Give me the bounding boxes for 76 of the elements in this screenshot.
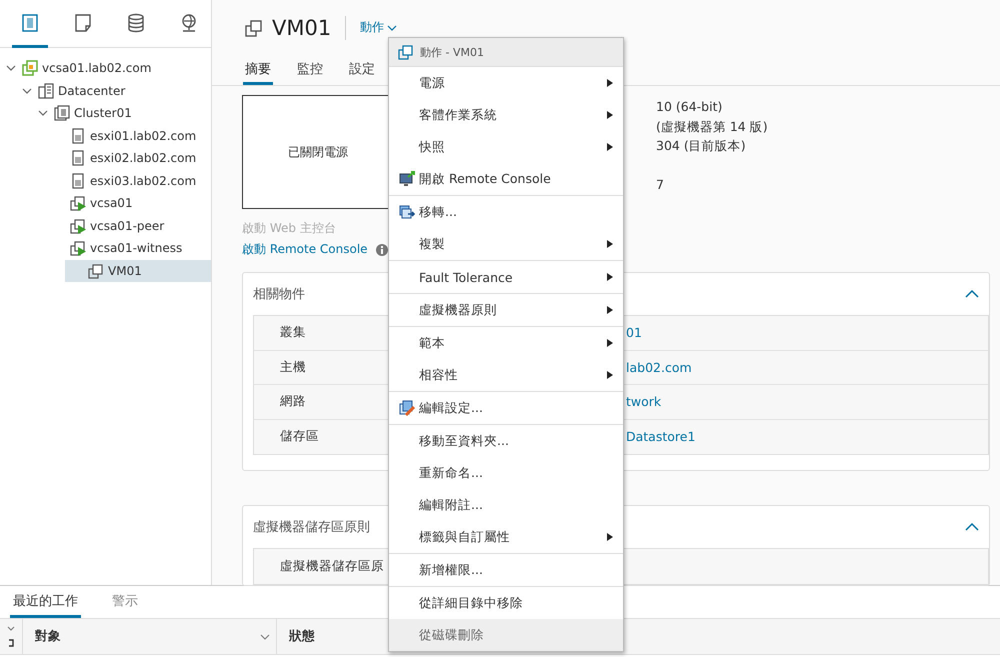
info-value: (虛擬機器第 14 版): [656, 118, 768, 136]
tree-item[interactable]: esxi03.lab02.com: [0, 170, 211, 192]
property-label: 儲存區: [280, 428, 319, 444]
property-label: 主機: [280, 358, 306, 374]
tree-item[interactable]: vcsa01: [0, 192, 211, 214]
tree-item[interactable]: vcsa01.lab02.com: [0, 57, 211, 80]
vm-icon: [244, 18, 264, 38]
tree-item[interactable]: Cluster01: [0, 102, 211, 124]
info-value: 304 (目前版本): [656, 137, 747, 155]
tree-item[interactable]: esxi01.lab02.com: [0, 124, 211, 147]
menu-title: 動作 - VM01: [420, 44, 484, 60]
info-value: 10 (64-bit): [656, 98, 724, 116]
menu-item[interactable]: 新增權限...: [389, 554, 623, 586]
vm-icon: [398, 44, 414, 60]
chevron-down-icon[interactable]: [22, 86, 32, 96]
vm-icon: [88, 262, 104, 279]
property-link[interactable]: twork: [626, 394, 662, 410]
property-link[interactable]: lab02.com: [626, 360, 692, 375]
vm-title: VM01: [272, 16, 332, 40]
vm-running-icon: [70, 240, 86, 256]
column-header[interactable]: 對象: [35, 628, 61, 645]
tree-item[interactable]: vcsa01-witness: [0, 237, 211, 260]
menu-item[interactable]: 編輯附註...: [389, 489, 623, 521]
tree-item[interactable]: esxi02.lab02.com: [0, 147, 211, 170]
column-header[interactable]: 狀態: [289, 628, 315, 645]
server-icon: [70, 128, 86, 144]
migrate-icon: [399, 204, 415, 220]
remote-console-link[interactable]: 啟動 Remote Console: [242, 241, 368, 258]
caret-icon: [387, 22, 398, 32]
chevron-down-icon[interactable]: [7, 626, 15, 632]
tab[interactable]: 監控: [295, 55, 325, 85]
monitor-icon: [399, 171, 415, 187]
info-icon[interactable]: [376, 244, 388, 256]
server-icon: [70, 150, 86, 166]
server-stack-icon: [20, 12, 40, 32]
menu-item[interactable]: 相容性: [389, 359, 623, 391]
property-link[interactable]: Datastore1: [626, 429, 696, 444]
actions-menu-button[interactable]: 動作: [360, 19, 398, 36]
bracket-icon: [8, 639, 14, 648]
menu-item[interactable]: 虛擬機器原則: [389, 294, 623, 326]
tab[interactable]: 設定: [347, 55, 377, 85]
chevron-down-icon[interactable]: [260, 632, 270, 640]
property-link[interactable]: 01: [626, 325, 642, 340]
property-label: 網路: [280, 393, 306, 408]
database-icon: [126, 12, 146, 32]
chevron-down-icon[interactable]: [6, 63, 16, 74]
card-title: 虛擬機器儲存區原則: [253, 519, 370, 536]
tree-item[interactable]: Datacenter: [0, 80, 211, 102]
tab[interactable]: 摘要: [243, 55, 273, 85]
document-icon: [73, 12, 93, 32]
building-icon: [38, 82, 54, 99]
menu-item[interactable]: 從磁碟刪除: [389, 619, 623, 651]
cluster-icon: [54, 105, 70, 122]
panel-tab[interactable]: 警示: [109, 586, 141, 618]
chevron-down-icon[interactable]: [38, 108, 48, 118]
card-title: 相關物件: [253, 286, 305, 303]
tree-item[interactable]: vcsa01-peer: [0, 214, 211, 237]
tree-item[interactable]: VM01: [65, 260, 211, 282]
property-label: 叢集: [280, 324, 306, 340]
vcenter-icon: [22, 60, 38, 76]
menu-item[interactable]: 移動至資料夾...: [389, 425, 623, 457]
menu-item[interactable]: 範本: [389, 327, 623, 359]
menu-item[interactable]: 編輯設定...: [389, 392, 623, 424]
info-value: 7: [656, 176, 665, 194]
menu-item[interactable]: Fault Tolerance: [389, 261, 623, 293]
menu-item[interactable]: 標籤與自訂屬性: [389, 521, 623, 553]
menu-item[interactable]: 重新命名...: [389, 457, 623, 489]
collapse-icon[interactable]: [965, 289, 979, 299]
collapse-icon[interactable]: [965, 522, 979, 532]
menu-item[interactable]: 複製: [389, 228, 623, 260]
edit-icon: [399, 400, 415, 416]
menu-item[interactable]: 從詳細目錄中移除: [389, 587, 623, 619]
vm-running-icon: [70, 218, 86, 234]
server-icon: [70, 172, 86, 189]
vm-running-icon: [70, 195, 86, 212]
property-label: 虛擬機器儲存區原: [280, 558, 384, 573]
